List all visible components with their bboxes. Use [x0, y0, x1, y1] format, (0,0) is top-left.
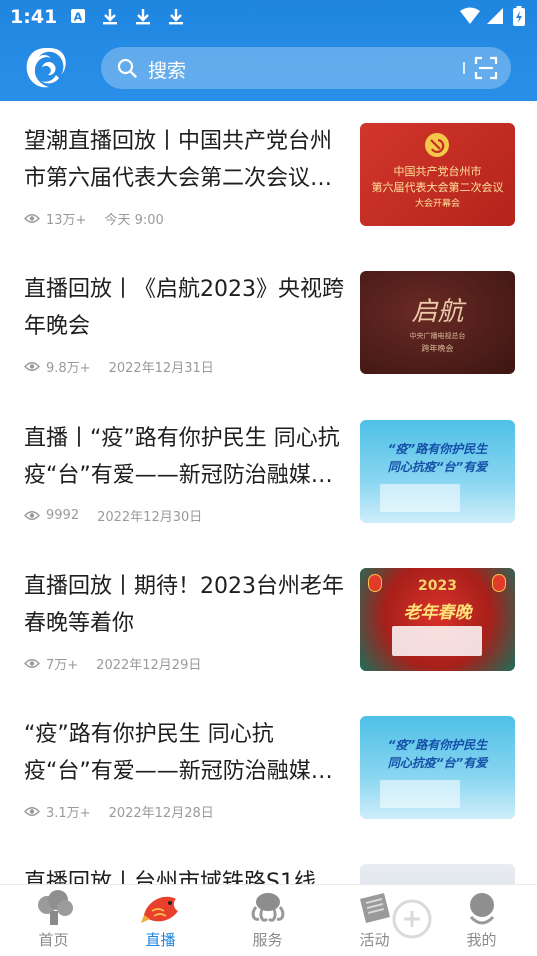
article-meta: 9.8万+ 2022年12月31日 [24, 357, 214, 376]
thumbnail-caption: “疫”路有你护民生 [387, 738, 488, 752]
list-item[interactable]: 直播回放丨台州市域铁路S1线 [0, 864, 537, 884]
publish-date: 2022年12月28日 [108, 806, 214, 821]
eye-icon [24, 214, 40, 223]
article-meta: 3.1万+ 2022年12月28日 [24, 802, 214, 821]
article-title: 直播丨“疫”路有你护民生 同心抗疫“台”有爱——新冠防治融媒直播 [24, 426, 340, 488]
article-title: 直播回放丨台州市域铁路S1线 [24, 870, 316, 884]
thumbnail-caption: 同心抗疫“台”有爱 [387, 756, 488, 770]
thumbnail-caption: 大会开幕会 [414, 199, 460, 209]
thumbnail-caption: 中国共产党台州市 [393, 165, 482, 178]
publish-date: 2022年12月31日 [108, 361, 214, 376]
article-thumbnail: 2023 老年春晚 [360, 568, 515, 671]
article-thumbnail: “疫”路有你护民生 同心抗疫“台”有爱 [360, 716, 515, 819]
wifi-icon [460, 7, 480, 24]
tab-label: 首页 [38, 931, 69, 949]
party-emblem-icon [425, 133, 449, 157]
view-count: 13万+ [46, 213, 87, 228]
article-meta: 7万+ 2022年12月29日 [24, 654, 201, 673]
cellular-signal-icon [487, 8, 503, 24]
search-divider [463, 62, 465, 74]
app-header: 1:41 A 搜索 [0, 0, 537, 101]
eye-icon [24, 362, 40, 371]
thumbnail-info-panel [392, 626, 482, 656]
list-item[interactable]: 直播丨“疫”路有你护民生 同心抗疫“台”有爱——新冠防治融媒直播 9992 20… [0, 420, 537, 568]
thumbnail-caption: 启航 [411, 297, 464, 327]
svg-text:A: A [74, 11, 83, 24]
publish-date: 2022年12月29日 [96, 658, 202, 673]
eye-icon [24, 659, 40, 668]
home-icon [38, 890, 73, 925]
view-count: 9.8万+ [46, 361, 91, 376]
download-icon [169, 9, 183, 25]
thumbnail-caption: “疫”路有你护民生 [387, 442, 488, 456]
article-title: 直播回放丨期待！2023台州老年春晚等着你 [24, 574, 344, 636]
publish-date: 今天 9:00 [104, 213, 164, 228]
download-icon [136, 9, 150, 25]
thumbnail-caption: 同心抗疫“台”有爱 [387, 460, 488, 474]
list-item[interactable]: 直播回放丨期待！2023台州老年春晚等着你 7万+ 2022年12月29日 20… [0, 568, 537, 716]
scan-icon[interactable] [474, 56, 498, 80]
thumbnail-caption: 2023 [418, 578, 457, 594]
eye-icon [24, 511, 40, 520]
tab-service[interactable]: 服务 [214, 885, 321, 956]
list-item[interactable]: “疫”路有你护民生 同心抗疫“台”有爱——新冠防治融媒直播 3.1万+ 2022… [0, 716, 537, 864]
search-icon [117, 58, 137, 78]
status-time: 1:41 [10, 6, 58, 28]
thumbnail-info-panel [380, 780, 460, 808]
eye-icon [24, 807, 40, 816]
view-count: 7万+ [46, 658, 79, 673]
search-bar[interactable]: 搜索 [101, 47, 511, 89]
status-bar: 1:41 A [0, 0, 537, 36]
article-thumbnail: 启航 中央广播电视总台 跨年晚会 [360, 271, 515, 374]
tab-live[interactable]: 直播 [107, 885, 214, 956]
thumbnail-caption: 跨年晚会 [421, 344, 454, 353]
article-thumbnail: “疫”路有你护民生 同心抗疫“台”有爱 [360, 420, 515, 523]
app-logo-icon[interactable] [22, 45, 70, 91]
search-placeholder: 搜索 [148, 60, 187, 82]
article-meta: 13万+ 今天 9:00 [24, 209, 164, 228]
publish-date: 2022年12月30日 [97, 510, 203, 525]
thumbnail-caption: 老年春晚 [403, 603, 472, 623]
article-thumbnail: 中国共产党台州市 第六届代表大会第二次会议 大会开幕会 [360, 123, 515, 226]
service-icon [251, 893, 285, 922]
live-fish-icon [141, 896, 178, 923]
thumbnail-caption: 中央广播电视总台 [409, 332, 466, 340]
article-title: “疫”路有你护民生 同心抗疫“台”有爱——新冠防治融媒直播 [24, 722, 333, 784]
tab-label: 服务 [252, 931, 283, 949]
view-count: 9992 [46, 508, 80, 523]
watermark-icon [392, 899, 432, 939]
keyboard-a-icon: A [71, 9, 85, 24]
tab-home[interactable]: 首页 [0, 885, 107, 956]
article-meta: 9992 2022年12月30日 [24, 506, 202, 525]
thumbnail-caption: 第六届代表大会第二次会议 [371, 181, 504, 194]
article-thumbnail [360, 864, 515, 884]
tab-label: 直播 [145, 931, 176, 949]
battery-icon [513, 6, 525, 26]
article-title: 直播回放丨《启航2023》央视跨年晚会 [24, 277, 344, 339]
thumbnail-info-panel [380, 484, 460, 512]
article-title: 望潮直播回放丨中国共产党台州市第六届代表大会第二次会议开幕会 [24, 129, 333, 191]
list-item[interactable]: 望潮直播回放丨中国共产党台州市第六届代表大会第二次会议开幕会 13万+ 今天 9… [0, 123, 537, 271]
download-icon [103, 9, 117, 25]
list-item[interactable]: 直播回放丨《启航2023》央视跨年晚会 9.8万+ 2022年12月31日 启航… [0, 271, 537, 419]
view-count: 3.1万+ [46, 806, 91, 821]
